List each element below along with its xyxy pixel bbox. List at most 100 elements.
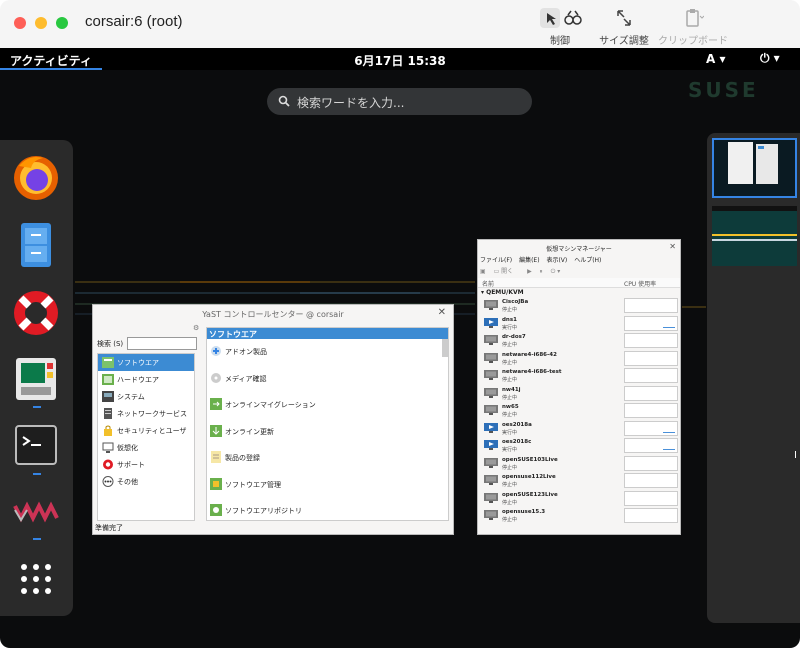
control-button[interactable]: 制御: [530, 8, 590, 47]
open-vm-button[interactable]: ▭ 開く: [494, 268, 520, 275]
run-icon[interactable]: ▶: [527, 268, 532, 275]
yast-module-item[interactable]: ソフトウエアリポジトリ: [207, 498, 448, 525]
vm-row[interactable]: oes2018a 実行中: [478, 420, 680, 438]
yast-category-item[interactable]: サポート: [98, 456, 194, 473]
yast-category-item[interactable]: 仮想化: [98, 439, 194, 456]
vm-row[interactable]: nw65 停止中: [478, 402, 680, 420]
close-icon[interactable]: ✕: [438, 307, 446, 318]
show-applications-button[interactable]: [11, 554, 61, 604]
vm-row[interactable]: netware4-i686-42 停止中: [478, 350, 680, 368]
yast-category-label: システム: [117, 393, 145, 401]
terminal-icon: [15, 425, 57, 465]
yast-control-center-window[interactable]: YaST コントロールセンター @ corsair ✕ ⚙ 検索 (S) ソフト…: [92, 304, 454, 535]
virt-manager-window[interactable]: 仮想マシンマネージャー ✕ ファイル(F) 編集(E) 表示(V) ヘルプ(H)…: [477, 239, 681, 535]
repository-icon: [210, 504, 222, 516]
dash-app-virt-manager[interactable]: [11, 486, 61, 536]
yast-category-label: 仮想化: [117, 444, 138, 452]
settings-icon[interactable]: ⚙: [193, 324, 199, 332]
menu-file[interactable]: ファイル(F): [480, 257, 512, 264]
keyboard-layout-indicator[interactable]: A ▾: [706, 52, 726, 66]
vmm-connection-group[interactable]: ▾ QEMU/KVM: [478, 288, 680, 297]
remote-desktop-screen[interactable]: アクティビティ 6月17日 15:38 A ▾ ⏻ ▾ SUSE 検索ワードを入…: [0, 48, 800, 648]
vm-stopped-icon: [484, 300, 498, 310]
yast-module-item[interactable]: 製品の登録: [207, 445, 448, 472]
close-window-button[interactable]: [14, 17, 26, 29]
vm-row[interactable]: opensuse112Live 停止中: [478, 472, 680, 490]
system-menu-button[interactable]: ⏻ ▾: [760, 51, 780, 66]
vm-name: netware4-i686-42: [502, 351, 557, 358]
clipboard-icon: [686, 9, 704, 27]
close-icon[interactable]: ✕: [669, 242, 676, 251]
vm-row[interactable]: nw41j 停止中: [478, 385, 680, 403]
vm-row[interactable]: openSUSE103Live 停止中: [478, 455, 680, 473]
yast-section-header: ソフトウエア: [207, 328, 448, 339]
yast-module-label: メディア確認: [225, 374, 267, 383]
zoom-window-button[interactable]: [56, 17, 68, 29]
yast-category-item[interactable]: その他: [98, 473, 194, 490]
vm-cpu-graph: [624, 350, 678, 366]
overview-search-input[interactable]: 検索ワードを入力...: [267, 88, 532, 115]
vm-row[interactable]: dns1 実行中: [478, 315, 680, 333]
workspace-1-thumbnail[interactable]: [712, 138, 797, 198]
search-placeholder: 検索ワードを入力...: [297, 96, 405, 110]
vm-row[interactable]: CiscoJBa 停止中: [478, 297, 680, 315]
clock[interactable]: 6月17日 15:38: [0, 52, 800, 69]
vm-name: opensuse15.3: [502, 509, 546, 515]
vm-name: dns1: [502, 316, 517, 323]
column-name[interactable]: 名前: [482, 279, 494, 288]
vm-name: opensuse112Live: [502, 474, 556, 480]
software-icon: [102, 357, 114, 368]
yast-category-item[interactable]: システム: [98, 388, 194, 405]
vm-state: 停止中: [502, 464, 518, 471]
vmm-titlebar: 仮想マシンマネージャー ✕: [478, 240, 680, 254]
yast-category-label: その他: [117, 478, 138, 486]
vm-row[interactable]: opensuse15.3 停止中: [478, 507, 680, 525]
menu-edit[interactable]: 編集(E): [519, 257, 539, 264]
vm-state: 停止中: [502, 359, 518, 366]
vm-row[interactable]: oes2018c 実行中: [478, 437, 680, 455]
yast-category-item[interactable]: ハードウエア: [98, 371, 194, 388]
yast-module-item[interactable]: アドオン製品: [207, 339, 448, 366]
yast-module-item[interactable]: ソフトウエア管理: [207, 472, 448, 499]
vm-row[interactable]: dr-dos7 停止中: [478, 332, 680, 350]
cpu-sparkline: [663, 326, 675, 328]
menu-help[interactable]: ヘルプ(H): [574, 257, 601, 264]
vmm-column-headers: 名前 CPU 使用率: [478, 278, 680, 288]
vm-state: 実行中: [502, 324, 518, 331]
yast-titlebar: YaST コントロールセンター @ corsair ✕: [93, 305, 453, 321]
yast-module-label: ソフトウエア管理: [225, 480, 281, 489]
yast-search-input[interactable]: [127, 337, 197, 350]
vm-name: oes2018c: [502, 439, 532, 445]
online-update-icon: [210, 424, 222, 437]
dash-app-files[interactable]: [11, 220, 61, 270]
vm-cpu-graph: [624, 385, 678, 401]
vm-row[interactable]: openSUSE123Live 停止中: [478, 490, 680, 508]
yast-module-item[interactable]: オンラインマイグレーション: [207, 392, 448, 419]
column-cpu[interactable]: CPU 使用率: [624, 279, 656, 288]
resize-button[interactable]: サイズ調整: [596, 8, 652, 47]
clipboard-button[interactable]: クリップボード: [658, 8, 728, 47]
yast-category-item[interactable]: ネットワークサービス: [98, 405, 194, 422]
vm-cpu-graph: [624, 403, 678, 418]
shutdown-icon[interactable]: ⏻ ▾: [551, 268, 561, 275]
pause-icon[interactable]: ⏸: [540, 268, 543, 275]
vm-cpu-graph: [624, 455, 678, 471]
vm-row[interactable]: netware4-i686-test 停止中: [478, 367, 680, 385]
vm-name: dr-dos7: [502, 334, 526, 340]
workspace-2-thumbnail[interactable]: [712, 206, 797, 266]
yast-module-item[interactable]: オンライン更新: [207, 419, 448, 446]
menu-view[interactable]: 表示(V): [546, 257, 567, 264]
minimize-window-button[interactable]: [35, 17, 47, 29]
yast-category-item[interactable]: ソフトウエア: [98, 354, 194, 371]
yast-category-label: ソフトウエア: [117, 359, 159, 367]
vm-state: 停止中: [502, 342, 518, 348]
dash-app-yast[interactable]: [11, 354, 61, 404]
vm-cpu-graph: [624, 333, 678, 348]
yast-category-item[interactable]: セキュリティとユーザ: [98, 422, 194, 439]
yast-module-item[interactable]: メディア確認: [207, 366, 448, 393]
dash-app-firefox[interactable]: [11, 152, 61, 202]
new-vm-icon[interactable]: ▣: [480, 268, 486, 275]
dash-app-help[interactable]: [11, 288, 61, 338]
yast-title: YaST コントロールセンター @ corsair: [202, 310, 344, 319]
dash-app-terminal[interactable]: [11, 420, 61, 470]
